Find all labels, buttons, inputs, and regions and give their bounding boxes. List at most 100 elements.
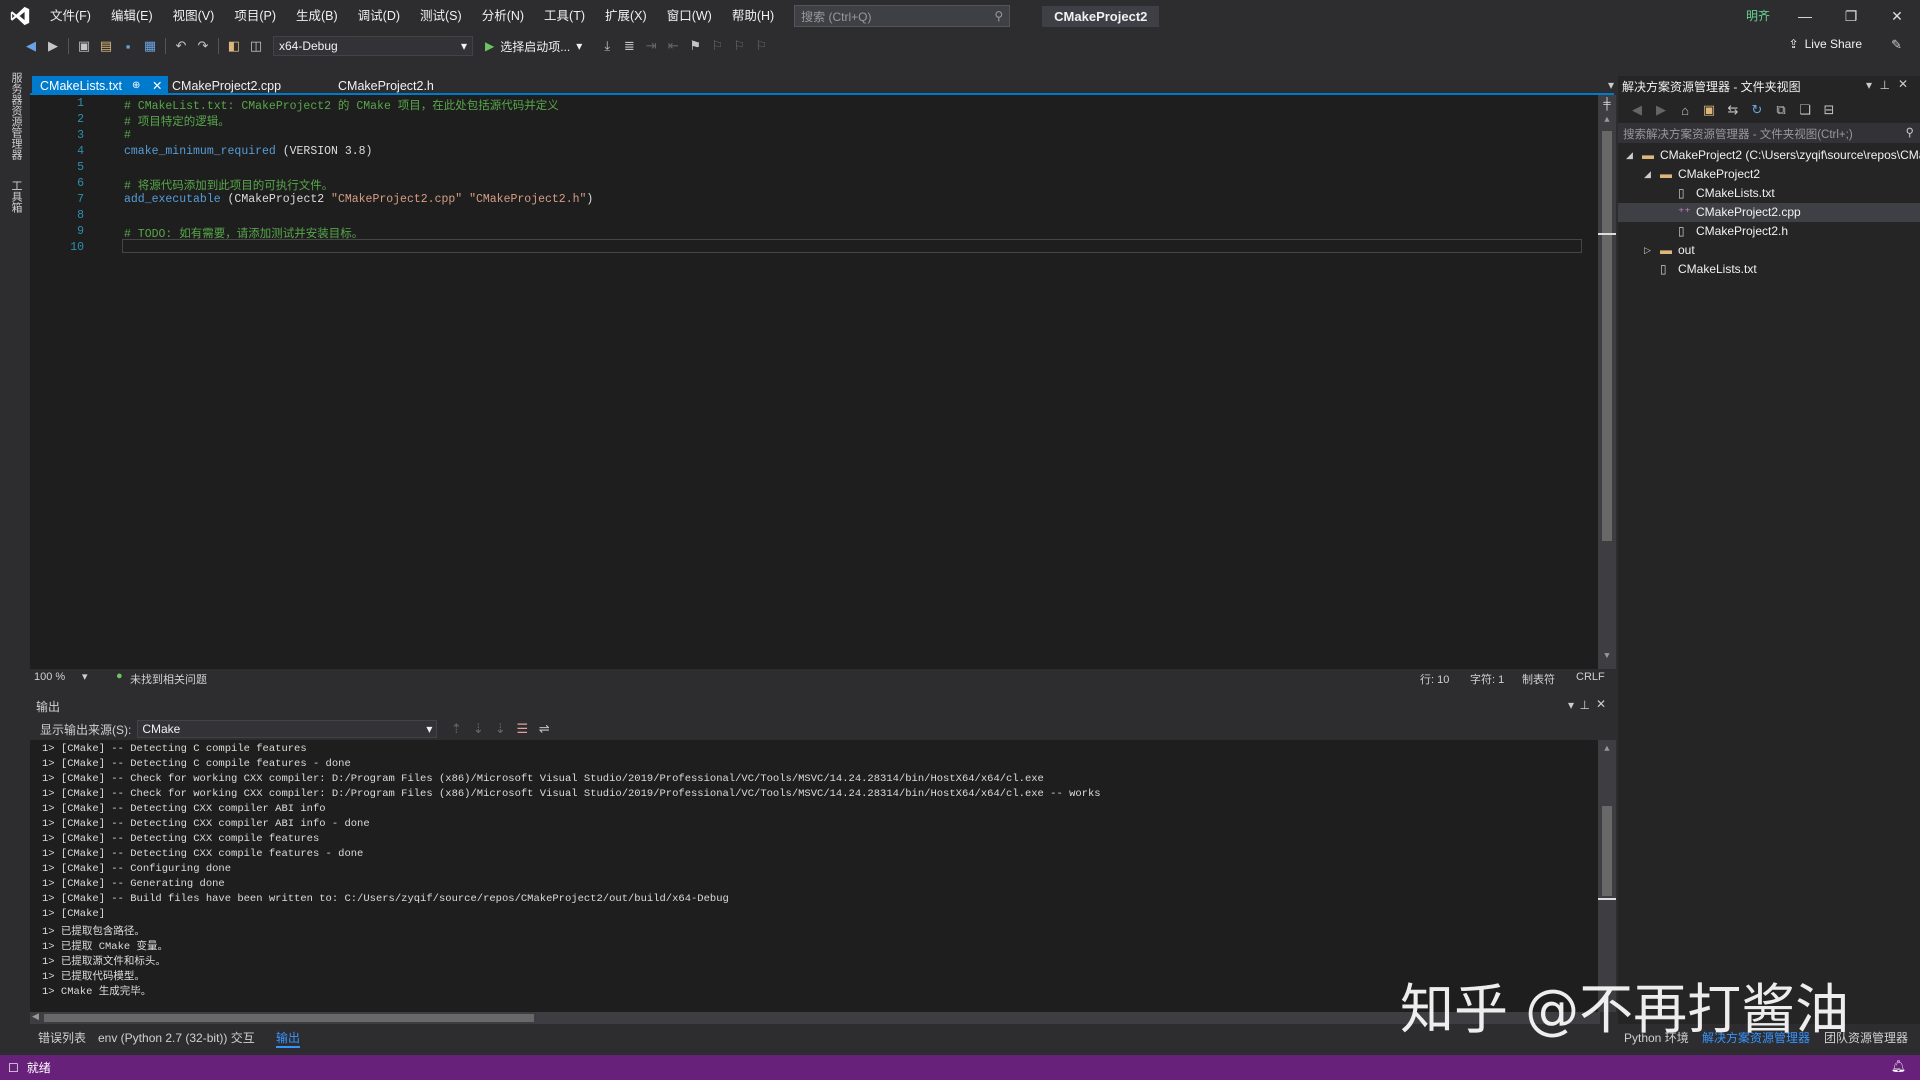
- tab-error-list[interactable]: 错误列表: [38, 1029, 86, 1046]
- feedback-icon[interactable]: ✎: [1891, 37, 1902, 53]
- bookmark-clear-icon[interactable]: ⚐: [750, 35, 772, 57]
- outdent-icon[interactable]: ⇤: [662, 35, 684, 57]
- show-all-files-icon[interactable]: ❏: [1794, 99, 1816, 121]
- tree-item[interactable]: ⁺⁺ CMakeProject2.cpp: [1618, 203, 1920, 222]
- menu-item[interactable]: 帮助(H): [722, 0, 784, 32]
- output-text[interactable]: 1> [CMake] -- Detecting C compile featur…: [30, 740, 1616, 1012]
- tab-output[interactable]: 输出: [276, 1029, 301, 1048]
- scroll-thumb[interactable]: [44, 1014, 534, 1022]
- menu-item[interactable]: 项目(P): [224, 0, 286, 32]
- menu-item[interactable]: 分析(N): [472, 0, 534, 32]
- minimize-icon[interactable]: —: [1782, 0, 1828, 32]
- bookmark-next-icon[interactable]: ⚐: [728, 35, 750, 57]
- scroll-thumb[interactable]: [1602, 131, 1612, 541]
- save-all-icon[interactable]: ▦: [139, 35, 161, 57]
- pin-icon[interactable]: ⊥: [1880, 78, 1890, 92]
- format-icon[interactable]: ≣: [618, 35, 640, 57]
- split-icon[interactable]: ╪: [1598, 97, 1616, 111]
- toolbox-tab[interactable]: 工具箱: [8, 180, 24, 213]
- expand-icon[interactable]: ▷: [1644, 241, 1651, 260]
- collapse-all-icon[interactable]: ⧉: [1770, 99, 1792, 121]
- close-icon[interactable]: ✕: [1874, 0, 1920, 32]
- forward-icon[interactable]: ▶: [1650, 99, 1672, 121]
- zoom-level[interactable]: 100 %: [34, 671, 65, 683]
- tab-overflow-icon[interactable]: ▾: [1608, 78, 1614, 92]
- menu-item[interactable]: 扩展(X): [595, 0, 657, 32]
- scroll-up-icon[interactable]: ▲: [1598, 744, 1616, 754]
- tree-item[interactable]: ◢ ▬ CMakeProject2: [1618, 165, 1920, 184]
- scroll-up-icon[interactable]: ▲: [1598, 115, 1616, 125]
- solution-explorer-search[interactable]: 搜索解决方案资源管理器 - 文件夹视图(Ctrl+;) ⚲: [1618, 123, 1920, 143]
- code-token: # 将源代码添加到此项目的可执行文件。: [124, 180, 334, 193]
- chevron-down-icon[interactable]: ▾: [82, 670, 88, 683]
- back-icon[interactable]: ◀: [20, 35, 42, 57]
- back-icon[interactable]: ◀: [1626, 99, 1648, 121]
- user-account[interactable]: 明齐: [1746, 7, 1770, 24]
- new-project-icon[interactable]: ▣: [73, 35, 95, 57]
- menu-item[interactable]: 窗口(W): [657, 0, 722, 32]
- output-title: 输出: [36, 700, 61, 714]
- tree-item[interactable]: ▷ ▬ out: [1618, 241, 1920, 260]
- save-icon[interactable]: ▪: [117, 35, 139, 57]
- menu-item[interactable]: 调试(D): [348, 0, 410, 32]
- scroll-thumb[interactable]: [1602, 806, 1612, 896]
- find-icon[interactable]: ⇣: [489, 718, 511, 740]
- tree-item[interactable]: ▯ CMakeLists.txt: [1618, 260, 1920, 279]
- scroll-down-icon[interactable]: ▼: [1598, 651, 1616, 661]
- pin-icon[interactable]: ⊥: [1580, 698, 1590, 712]
- forward-icon[interactable]: ▶: [42, 35, 64, 57]
- server-explorer-tab[interactable]: 服务器资源管理器: [8, 72, 24, 160]
- step-icon[interactable]: ⤓: [596, 35, 618, 57]
- code-editor[interactable]: 1 2 3 4 5 6 7 8 9 10 # CMakeList.txt: CMakeProjec…: [30, 95, 1616, 669]
- tree-item[interactable]: ▯ CMakeProject2.h: [1618, 222, 1920, 241]
- tabs-indicator[interactable]: 制表符: [1522, 671, 1555, 687]
- undo-icon[interactable]: ↶: [170, 35, 192, 57]
- collapse-icon[interactable]: ◢: [1626, 146, 1633, 165]
- properties-icon[interactable]: ⊟: [1818, 99, 1840, 121]
- close-icon[interactable]: ✕: [1596, 697, 1606, 711]
- menu-item[interactable]: 测试(S): [410, 0, 472, 32]
- visual-studio-logo-icon[interactable]: [0, 0, 40, 32]
- chevron-down-icon[interactable]: ▾: [1568, 698, 1574, 712]
- clear-all-icon[interactable]: ☰: [511, 718, 533, 740]
- notification-bell-icon[interactable]: 🔔︎: [1891, 1059, 1906, 1073]
- watermark: 知乎 @不再打酱油: [1400, 978, 1850, 1041]
- home-icon[interactable]: ⌂: [1674, 99, 1696, 121]
- eol-indicator[interactable]: CRLF: [1576, 671, 1605, 683]
- collapse-icon[interactable]: ◢: [1644, 165, 1651, 184]
- issues-status[interactable]: 未找到相关问题: [130, 671, 207, 687]
- sync-icon[interactable]: ⇆: [1722, 99, 1744, 121]
- menu-item[interactable]: 工具(T): [534, 0, 595, 32]
- switch-views-icon[interactable]: ▣: [1698, 99, 1720, 121]
- indent-icon[interactable]: ⇥: [640, 35, 662, 57]
- menu-item[interactable]: 生成(B): [286, 0, 348, 32]
- bookmark-icon[interactable]: ⚑: [684, 35, 706, 57]
- open-file-icon[interactable]: ▤: [95, 35, 117, 57]
- file-icon: ▯: [1678, 186, 1685, 200]
- output-source-select[interactable]: CMake ▾: [137, 720, 438, 738]
- chevron-down-icon[interactable]: ▾: [1866, 78, 1872, 92]
- tree-item[interactable]: ◢ ▬ CMakeProject2 (C:\Users\zyqif\source\r…: [1618, 146, 1920, 165]
- refresh-icon[interactable]: ↻: [1746, 99, 1768, 121]
- redo-icon[interactable]: ↷: [192, 35, 214, 57]
- editor-vertical-scrollbar[interactable]: ╪ ▲ ▼: [1598, 95, 1616, 669]
- live-share-button[interactable]: ⇪ Live Share: [1789, 37, 1862, 51]
- output-horizontal-scrollbar[interactable]: ◀: [30, 1011, 1600, 1024]
- restore-icon[interactable]: ❐: [1828, 0, 1874, 32]
- run-button[interactable]: ▶ 选择启动项... ▾: [485, 38, 582, 55]
- solution-icon[interactable]: ◧: [223, 35, 245, 57]
- menu-item[interactable]: 编辑(E): [101, 0, 163, 32]
- configuration-select[interactable]: x64-Debug ▾: [273, 36, 473, 56]
- search-input[interactable]: 搜索 (Ctrl+Q) ⚲: [794, 5, 1011, 27]
- menu-item[interactable]: 文件(F): [40, 0, 101, 32]
- word-wrap-icon[interactable]: ⇌: [533, 718, 555, 740]
- tree-item[interactable]: ▯ CMakeLists.txt: [1618, 184, 1920, 203]
- view-icon[interactable]: ◫: [245, 35, 267, 57]
- goto-previous-icon[interactable]: ⇡: [445, 718, 467, 740]
- close-icon[interactable]: ✕: [1898, 77, 1908, 91]
- goto-next-icon[interactable]: ⇣: [467, 718, 489, 740]
- menu-item[interactable]: 视图(V): [163, 0, 225, 32]
- tab-python-interactive[interactable]: env (Python 2.7 (32-bit)) 交互: [98, 1029, 255, 1046]
- scroll-left-icon[interactable]: ◀: [32, 1011, 39, 1022]
- bookmark-prev-icon[interactable]: ⚐: [706, 35, 728, 57]
